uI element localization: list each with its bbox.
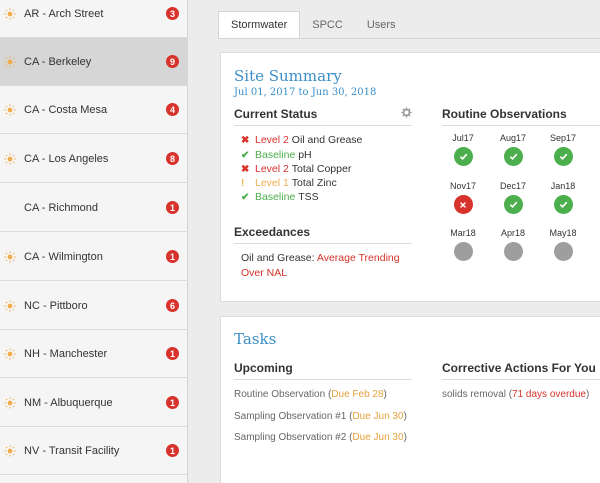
site-item-nm-albuquerque[interactable]: NM - Albuquerque 1 bbox=[0, 379, 188, 427]
alert-count-badge: 4 bbox=[166, 103, 179, 116]
site-summary-title: Site Summary bbox=[234, 67, 342, 85]
alert-count-badge: 1 bbox=[166, 250, 179, 263]
check-icon bbox=[453, 147, 473, 166]
site-name: AR - Arch Street bbox=[24, 7, 104, 20]
check-icon bbox=[503, 147, 523, 166]
site-name: CA - Wilmington bbox=[24, 250, 103, 263]
module-tabs: Stormwater SPCC Users bbox=[218, 11, 408, 39]
tabs-divider bbox=[218, 38, 600, 39]
x-icon: ✖ bbox=[241, 134, 250, 146]
main-content: Stormwater SPCC Users Site Summary Jul 0… bbox=[188, 0, 600, 483]
observation-dec17[interactable]: Dec17 bbox=[493, 181, 533, 214]
corrective-action-item[interactable]: solids removal (71 days overdue) bbox=[442, 389, 589, 400]
check-icon bbox=[503, 195, 523, 214]
site-name: CA - Richmond bbox=[24, 201, 98, 214]
status-item: ✔ Baseline TSS bbox=[241, 191, 319, 203]
divider bbox=[442, 379, 600, 380]
sun-icon bbox=[4, 445, 16, 456]
site-item-nc-pittboro[interactable]: NC - Pittboro 6 bbox=[0, 282, 188, 330]
sun-icon bbox=[4, 8, 16, 19]
site-name: NM - Albuquerque bbox=[24, 396, 113, 409]
sun-icon bbox=[4, 104, 16, 115]
site-name: NH - Manchester bbox=[24, 347, 108, 360]
check-icon bbox=[553, 147, 573, 166]
alert-count-badge: 1 bbox=[166, 444, 179, 457]
sun-icon bbox=[4, 397, 16, 408]
x-icon bbox=[453, 195, 473, 214]
corrective-actions-heading: Corrective Actions For You bbox=[442, 361, 596, 375]
site-item-ca-richmond[interactable]: CA - Richmond 1 bbox=[0, 184, 188, 232]
pending-circle-icon bbox=[553, 242, 573, 261]
tab-spcc[interactable]: SPCC bbox=[300, 11, 355, 39]
tasks-panel: Tasks Upcoming Routine Observation (Due … bbox=[220, 316, 600, 483]
status-item: ✖ Level 2 Total Copper bbox=[241, 163, 352, 175]
sun-icon bbox=[4, 153, 16, 164]
sun-icon bbox=[4, 251, 16, 262]
site-summary-panel: Site Summary Jul 01, 2017 to Jun 30, 201… bbox=[220, 52, 600, 302]
observation-may18[interactable]: May18 bbox=[543, 228, 583, 261]
site-item-ca-wilmington[interactable]: CA - Wilmington 1 bbox=[0, 233, 188, 281]
status-item: ✖ Level 2 Oil and Grease bbox=[241, 134, 363, 146]
site-name: CA - Berkeley bbox=[24, 55, 92, 68]
alert-count-badge: 9 bbox=[166, 55, 179, 68]
status-item: ! Level 1 Total Zinc bbox=[241, 177, 337, 189]
exclamation-icon: ! bbox=[241, 177, 245, 189]
observation-aug17[interactable]: Aug17 bbox=[493, 133, 533, 166]
check-icon: ✔ bbox=[241, 149, 250, 161]
upcoming-heading: Upcoming bbox=[234, 361, 293, 375]
sun-icon bbox=[4, 348, 16, 359]
site-item-ar-arch-street[interactable]: AR - Arch Street 3 bbox=[0, 0, 188, 38]
status-item: ✔ Baseline pH bbox=[241, 149, 312, 161]
pending-circle-icon bbox=[453, 242, 473, 261]
site-name: CA - Costa Mesa bbox=[24, 103, 108, 116]
alert-count-badge: 1 bbox=[166, 347, 179, 360]
sun-icon bbox=[4, 56, 16, 67]
reporting-period: Jul 01, 2017 to Jun 30, 2018 bbox=[234, 87, 377, 98]
tasks-title: Tasks bbox=[234, 330, 277, 348]
site-name: NV - Transit Facility bbox=[24, 444, 120, 457]
observation-nov17[interactable]: Nov17 bbox=[443, 181, 483, 214]
divider bbox=[234, 125, 412, 126]
observation-jan18[interactable]: Jan18 bbox=[543, 181, 583, 214]
divider bbox=[234, 243, 412, 244]
site-item-ca-berkeley[interactable]: CA - Berkeley 9 bbox=[0, 38, 188, 86]
site-sidebar: AR - Arch Street 3 CA - Berkeley 9 CA - … bbox=[0, 0, 188, 483]
observation-sep17[interactable]: Sep17 bbox=[543, 133, 583, 166]
divider bbox=[442, 125, 600, 126]
observation-apr18[interactable]: Apr18 bbox=[493, 228, 533, 261]
divider bbox=[234, 379, 412, 380]
observation-jul17[interactable]: Jul17 bbox=[443, 133, 483, 166]
alert-count-badge: 8 bbox=[166, 152, 179, 165]
exceedances-heading: Exceedances bbox=[234, 225, 311, 239]
check-icon: ✔ bbox=[241, 191, 250, 203]
site-name: CA - Los Angeles bbox=[24, 152, 109, 165]
alert-count-badge: 3 bbox=[166, 7, 179, 20]
tab-stormwater[interactable]: Stormwater bbox=[218, 11, 301, 39]
pending-circle-icon bbox=[503, 242, 523, 261]
alert-count-badge: 1 bbox=[166, 201, 179, 214]
observation-mar18[interactable]: Mar18 bbox=[443, 228, 483, 261]
tab-users[interactable]: Users bbox=[355, 11, 408, 39]
site-item-ca-los-angeles[interactable]: CA - Los Angeles 8 bbox=[0, 135, 188, 183]
check-icon bbox=[553, 195, 573, 214]
task-item[interactable]: Sampling Observation #2 (Due Jun 30) bbox=[234, 432, 407, 443]
routine-observations-heading: Routine Observations bbox=[442, 107, 567, 121]
site-item-nv-transit-facility[interactable]: NV - Transit Facility 1 bbox=[0, 427, 188, 475]
alert-count-badge: 1 bbox=[166, 396, 179, 409]
sun-icon bbox=[4, 300, 16, 311]
site-item-nh-manchester[interactable]: NH - Manchester 1 bbox=[0, 330, 188, 378]
alert-count-badge: 6 bbox=[166, 299, 179, 312]
x-icon: ✖ bbox=[241, 163, 250, 175]
current-status-heading: Current Status bbox=[234, 107, 318, 121]
site-item-ca-costa-mesa[interactable]: CA - Costa Mesa 4 bbox=[0, 86, 188, 134]
exceedance-item: Oil and Grease: Average Trending Over NA… bbox=[241, 252, 400, 279]
site-name: NC - Pittboro bbox=[24, 299, 88, 312]
task-item[interactable]: Routine Observation (Due Feb 28) bbox=[234, 389, 387, 400]
task-item[interactable]: Sampling Observation #1 (Due Jun 30) bbox=[234, 411, 407, 422]
gear-icon[interactable] bbox=[401, 107, 412, 118]
